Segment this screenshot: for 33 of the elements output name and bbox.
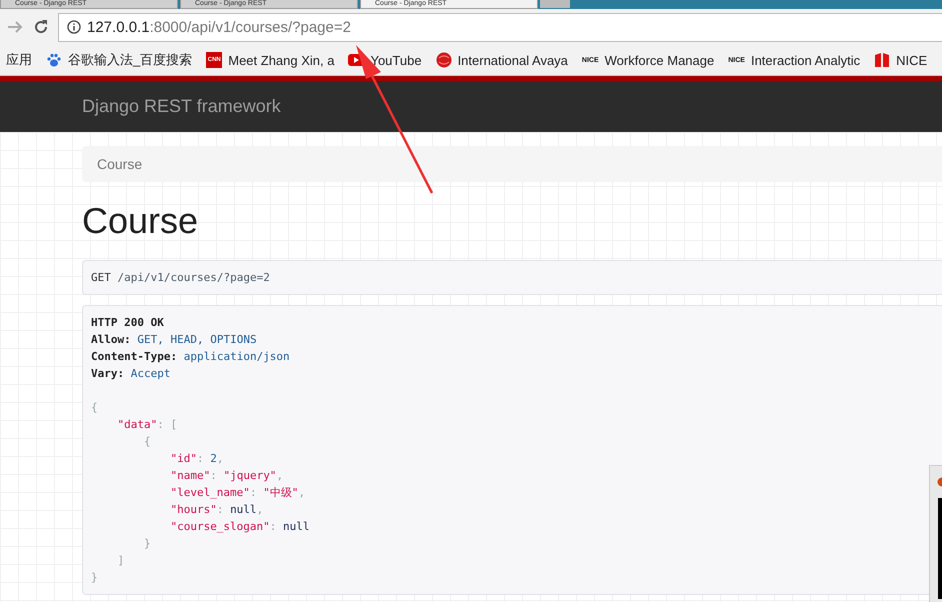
globe-icon [436,52,452,68]
header-line: Vary: Accept [91,366,172,382]
paw-icon [46,52,62,68]
bookmark-link[interactable]: YouTube [370,52,422,68]
code-line: "name": "jquery", [170,468,284,484]
header-line: Allow: GET, HEAD, OPTIONS [91,332,258,348]
navbar-brand[interactable]: Django REST framework [82,96,281,117]
request-line: GET /api/v1/courses/?page=2 [91,271,270,284]
bookmark-link[interactable]: Interaction Analytic [750,52,860,68]
reload-icon[interactable] [32,18,50,36]
bookmark-link[interactable]: 应用 [6,51,32,69]
code-line: } [144,536,152,552]
bookmark-link[interactable]: 谷歌输入法_百度搜索 [68,51,192,69]
bookmark-link[interactable]: NICE [896,52,928,68]
breadcrumb-item[interactable]: Course [97,156,142,172]
code-line: ] [117,553,126,569]
info-icon [67,20,81,34]
bookmark-link[interactable]: International Avaya [458,52,568,68]
page-heading: Course [82,200,200,242]
code-line: "id": 2, [170,451,224,467]
code-line: "course_slogan": null [170,519,311,535]
code-line: } [91,570,99,586]
flag-icon [874,52,890,68]
address-bar[interactable]: 127.0.0.1:8000/api/v1/courses/?page=2 [58,12,942,42]
code-line: "data": [ [117,417,178,433]
bookmark-link[interactable]: Workforce Manage [604,52,714,68]
code-line: { [144,434,152,450]
status-line: HTTP 200 OK [91,315,165,331]
header-line: Content-Type: application/json [91,349,291,365]
bookmark-link[interactable]: Meet Zhang Xin, a [228,52,334,68]
code-line: "level_name": "中级", [170,485,306,501]
code-line: "hours": null, [170,502,264,518]
code-line: { [91,400,99,416]
